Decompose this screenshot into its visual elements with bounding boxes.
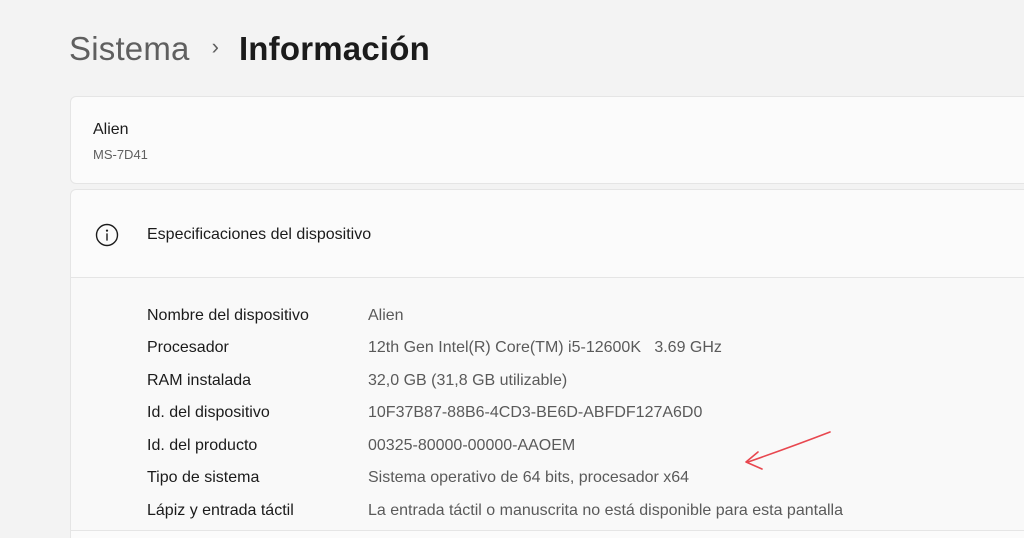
spec-value: La entrada táctil o manuscrita no está d… [368, 502, 843, 519]
device-specifications-header[interactable]: Especificaciones del dispositivo [71, 190, 1024, 278]
spec-row-ram: RAM instalada 32,0 GB (31,8 GB utilizabl… [147, 369, 567, 393]
spec-row-pen-touch: Lápiz y entrada táctil La entrada táctil… [147, 499, 843, 523]
spec-value: 12th Gen Intel(R) Core(TM) i5-12600K 3.6… [368, 339, 722, 356]
spec-value: 10F37B87-88B6-4CD3-BE6D-ABFDF127A6D0 [368, 404, 703, 421]
breadcrumb-item-sistema[interactable]: Sistema [69, 30, 190, 68]
spec-row-product-id: Id. del producto 00325-80000-00000-AAOEM [147, 434, 575, 458]
spec-label: Lápiz y entrada táctil [147, 502, 294, 519]
spec-value: Alien [368, 307, 404, 324]
device-specifications-body: Nombre del dispositivo Alien Procesador … [71, 278, 1024, 531]
spec-row-device-id: Id. del dispositivo 10F37B87-88B6-4CD3-B… [147, 401, 702, 425]
spec-label: RAM instalada [147, 372, 252, 389]
annotation-arrow-icon [745, 431, 831, 470]
spec-label: Tipo de sistema [147, 469, 260, 486]
spec-label: Id. del dispositivo [147, 404, 270, 421]
spec-label: Id. del producto [147, 437, 258, 454]
device-specifications-title: Especificaciones del dispositivo [147, 226, 372, 243]
device-model: MS-7D41 [93, 147, 148, 162]
info-icon [95, 223, 119, 247]
device-name-card[interactable]: Alien MS-7D41 [70, 96, 1024, 184]
chevron-right-icon: › [211, 34, 219, 59]
spec-value: Sistema operativo de 64 bits, procesador… [368, 469, 690, 486]
page-title: Información [238, 30, 430, 67]
breadcrumb: Sistema › Información [69, 26, 430, 72]
spec-row-system-type: Tipo de sistema Sistema operativo de 64 … [147, 466, 689, 490]
spec-row-device-name: Nombre del dispositivo Alien [147, 304, 404, 328]
device-specifications-card: Especificaciones del dispositivo Nombre … [70, 189, 1024, 538]
spec-label: Procesador [147, 339, 229, 356]
settings-page: Sistema › Información Alien MS-7D41 Espe… [0, 0, 1024, 538]
device-name: Alien [93, 121, 129, 138]
spec-value: 32,0 GB (31,8 GB utilizable) [368, 372, 568, 389]
spec-value: 00325-80000-00000-AAOEM [368, 437, 576, 454]
spec-label: Nombre del dispositivo [147, 307, 309, 324]
spec-row-processor: Procesador 12th Gen Intel(R) Core(TM) i5… [147, 336, 722, 360]
